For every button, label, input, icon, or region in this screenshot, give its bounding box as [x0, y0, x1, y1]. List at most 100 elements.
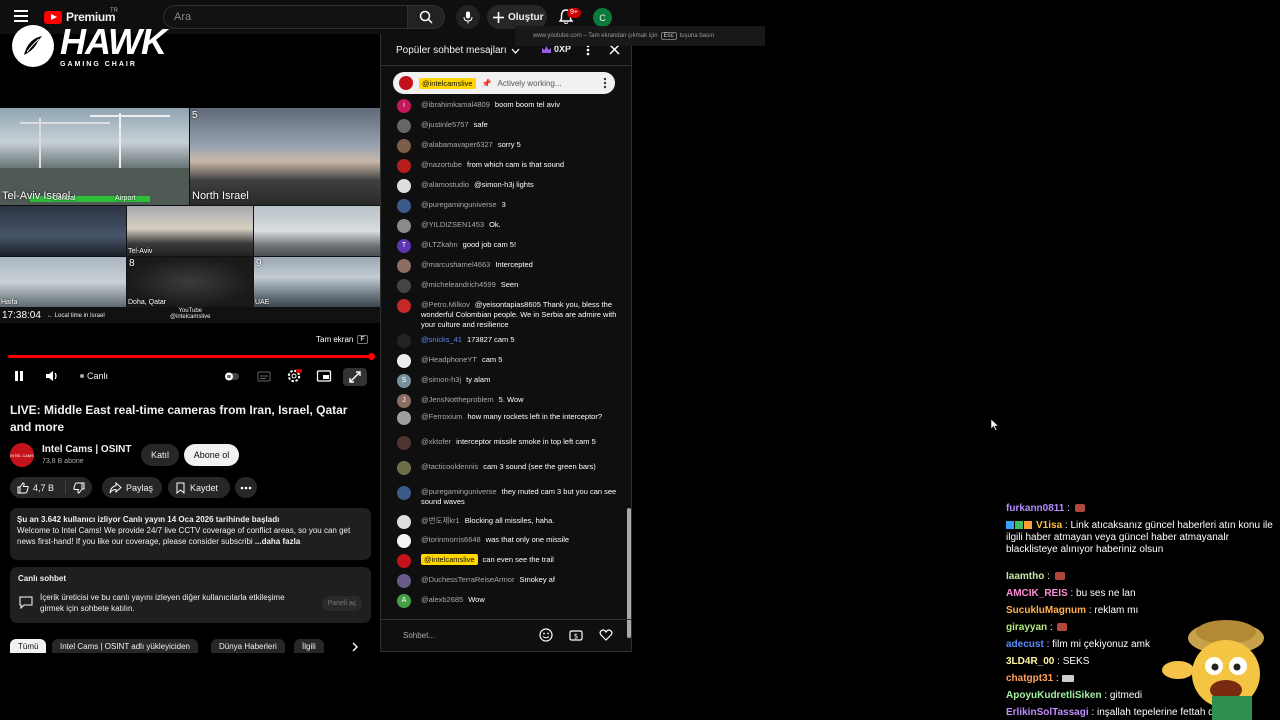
chat-message[interactable]: @torinmorris6648 was that only one missil…: [397, 534, 617, 548]
exit-fullscreen-button[interactable]: [343, 368, 367, 386]
chat-author-avatar[interactable]: [397, 259, 411, 273]
chat-author-name[interactable]: @alamostudio: [421, 180, 469, 189]
chat-author-avatar[interactable]: [397, 461, 411, 475]
chat-author-avatar[interactable]: [397, 279, 411, 293]
emoji-icon[interactable]: [539, 628, 553, 642]
chat-author-name[interactable]: @LTZkahn: [421, 240, 458, 249]
chat-author-avatar[interactable]: [397, 159, 411, 173]
chat-message[interactable]: @alabamavaper6327 sorry 5: [397, 139, 617, 153]
show-more-link[interactable]: ...daha fazla: [255, 537, 300, 546]
chat-author-name[interactable]: @DuchessTerraReiseArmor: [421, 575, 514, 584]
chip-all[interactable]: Tümü: [10, 639, 47, 653]
chat-author-name[interactable]: @tacticooldennis: [421, 462, 478, 471]
chat-message[interactable]: @HeadphoneYT cam 5: [397, 354, 617, 368]
chat-message[interactable]: A @alexb2685 Wow: [397, 594, 617, 608]
chat-message[interactable]: @xktofer interceptor missile smoke in top…: [397, 436, 617, 450]
chat-message[interactable]: @justinle5757 safe: [397, 119, 617, 133]
chat-author-name[interactable]: @micheleandrich4599: [421, 280, 496, 289]
subtitles-button[interactable]: [256, 368, 272, 384]
chat-author-avatar[interactable]: [397, 119, 411, 133]
menu-icon[interactable]: [14, 10, 28, 22]
settings-button[interactable]: [286, 368, 302, 384]
channel-name[interactable]: Intel Cams | OSINT: [42, 444, 131, 455]
chip-related[interactable]: İlgili: [294, 639, 324, 653]
chat-author-name[interactable]: @번도제kr1: [421, 516, 460, 525]
chat-author-name[interactable]: @torinmorris6648: [421, 535, 481, 544]
chat-author-name[interactable]: @justinle5757: [421, 120, 469, 129]
chat-message[interactable]: @nazortube from which cam is that sound: [397, 159, 617, 173]
chat-scrollbar[interactable]: [627, 68, 631, 644]
chat-message[interactable]: S @simon-h3j ty alam: [397, 374, 617, 388]
chat-author-avatar[interactable]: [397, 199, 411, 213]
chat-message[interactable]: i @ibrahimkamal4809 boom boom tel aviv: [397, 99, 617, 113]
volume-button[interactable]: [44, 368, 60, 384]
chat-author-name[interactable]: @nazortube: [421, 160, 462, 169]
channel-avatar[interactable]: INTEL CAMS: [10, 443, 34, 467]
chat-message[interactable]: @marcushamel4663 Intercepted: [397, 259, 617, 273]
search-button[interactable]: [407, 5, 445, 29]
chat-author-avatar[interactable]: [397, 534, 411, 548]
chat-author-avatar[interactable]: [397, 354, 411, 368]
miniplayer-button[interactable]: [316, 368, 332, 384]
account-avatar[interactable]: C: [593, 8, 612, 27]
chat-author-avatar[interactable]: [397, 219, 411, 233]
chat-message[interactable]: @tacticooldennis cam 3 sound (see the gre…: [397, 461, 617, 475]
chat-input[interactable]: Sohbet...: [393, 626, 533, 646]
chat-message[interactable]: @번도제kr1 Blocking all missiles, haha.: [397, 515, 617, 529]
chat-author-name[interactable]: @snicks_41: [421, 335, 462, 344]
live-indicator[interactable]: Canlı: [80, 371, 108, 381]
open-panel-button[interactable]: Paneli aç: [322, 596, 362, 611]
chat-author-name[interactable]: @intelcamslive: [421, 554, 478, 565]
chat-author-name[interactable]: @puregaminguniverse: [421, 487, 497, 496]
chat-message[interactable]: @YILDIZSEN1453 Ok.: [397, 219, 617, 233]
chat-author-avatar[interactable]: J: [397, 394, 411, 408]
chevron-right-icon[interactable]: [350, 642, 360, 652]
chat-author-avatar[interactable]: [397, 139, 411, 153]
subscribe-button[interactable]: Abone ol: [184, 444, 239, 466]
chat-author-name[interactable]: @alabamavaper6327: [421, 140, 493, 149]
chat-author-avatar[interactable]: [397, 411, 411, 425]
chat-message[interactable]: @micheleandrich4599 Seen: [397, 279, 617, 293]
super-chat-icon[interactable]: $: [569, 628, 583, 642]
chat-author-avatar[interactable]: A: [397, 594, 411, 608]
progress-scrubber[interactable]: [368, 353, 375, 360]
pinned-message[interactable]: @intelcamslive 📌 Actively working...: [393, 72, 615, 94]
chat-author-name[interactable]: @marcushamel4663: [421, 260, 490, 269]
pause-button[interactable]: [12, 368, 26, 384]
chat-author-avatar[interactable]: T: [397, 239, 411, 253]
join-button[interactable]: Katıl: [141, 444, 179, 466]
voice-search-button[interactable]: [456, 5, 480, 29]
chat-author-avatar[interactable]: [397, 334, 411, 348]
chat-mode-dropdown[interactable]: Popüler sohbet mesajları: [396, 45, 520, 56]
progress-bar[interactable]: [8, 355, 374, 358]
chat-author-avatar[interactable]: [397, 436, 411, 450]
chat-author-avatar[interactable]: [397, 299, 411, 313]
autoplay-toggle[interactable]: [224, 368, 240, 384]
save-button[interactable]: Kaydet: [168, 477, 230, 498]
chip-world-news[interactable]: Dünya Haberleri: [211, 639, 285, 653]
chat-author-name[interactable]: @Ferroxium: [421, 412, 462, 421]
chat-author-name[interactable]: @JensNottheproblem: [421, 395, 494, 404]
chat-message[interactable]: @intelcamslive can even see the trail: [397, 554, 617, 568]
chat-author-name[interactable]: @YILDIZSEN1453: [421, 220, 484, 229]
chat-author-avatar[interactable]: [397, 515, 411, 529]
chat-message[interactable]: @puregaminguniverse 3: [397, 199, 617, 213]
chat-author-name[interactable]: @Petro.Milkov: [421, 300, 470, 309]
chat-author-avatar[interactable]: [397, 574, 411, 588]
chat-message[interactable]: T @LTZkahn good job cam 5!: [397, 239, 617, 253]
search-input[interactable]: Ara: [163, 5, 408, 29]
more-actions-button[interactable]: [235, 477, 257, 498]
share-button[interactable]: Paylaş: [102, 477, 162, 498]
chat-author-avatar[interactable]: [397, 179, 411, 193]
chat-message[interactable]: @alamostudio @simon-h3j lights: [397, 179, 617, 193]
chat-message[interactable]: @Ferroxium how many rockets left in the i…: [397, 411, 617, 425]
chat-author-name[interactable]: @ibrahimkamal4809: [421, 100, 490, 109]
chat-author-name[interactable]: @alexb2685: [421, 595, 463, 604]
chat-message[interactable]: @snicks_41 173827 cam 5: [397, 334, 617, 348]
chat-author-name[interactable]: @puregaminguniverse: [421, 200, 497, 209]
chat-author-avatar[interactable]: [397, 486, 411, 500]
chip-uploader[interactable]: Intel Cams | OSINT adlı yükleyiciden: [52, 639, 198, 653]
chat-author-avatar[interactable]: S: [397, 374, 411, 388]
chat-message[interactable]: @puregaminguniverse they muted cam 3 but …: [397, 486, 617, 507]
video-player[interactable]: Tel-Aviv Israel Central Airport 5 North …: [0, 108, 380, 323]
